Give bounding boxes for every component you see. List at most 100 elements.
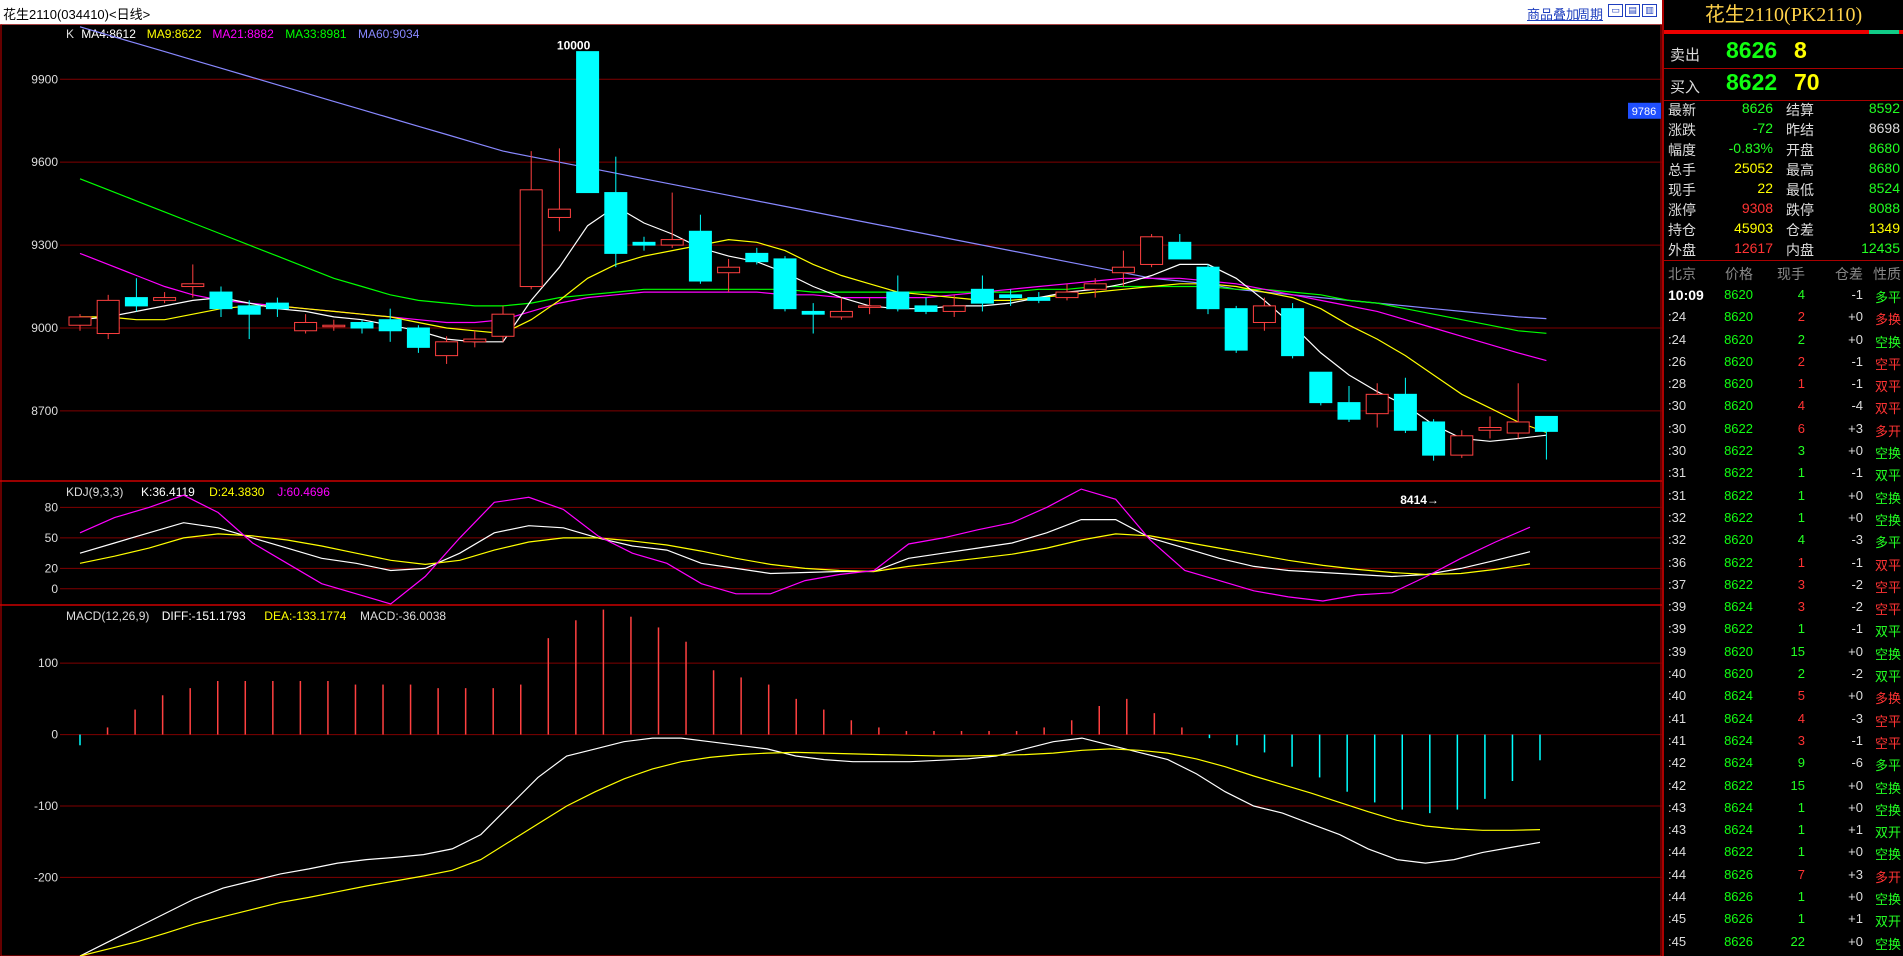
layout-one-icon[interactable]: ▭: [1608, 4, 1623, 17]
tick-time: :39: [1668, 621, 1687, 637]
legend-item: J:60.4696: [277, 485, 330, 499]
tick-row[interactable]: :26 8620 2 -1 空平: [1664, 351, 1903, 373]
tick-row[interactable]: :44 8626 7 +3 多开: [1664, 864, 1903, 886]
stat-v2: 8592: [1868, 100, 1900, 116]
tick-nature: 双开: [1874, 825, 1901, 841]
stat-l2: 昨结: [1786, 122, 1814, 138]
tick-oi: +0: [1848, 509, 1863, 525]
tick-nature: 空换: [1874, 646, 1901, 662]
tick-row[interactable]: :39 8622 1 -1 双平: [1664, 618, 1903, 640]
tick-vol: 2: [1797, 666, 1805, 682]
candle-body: [265, 302, 289, 310]
tick-time: :44: [1668, 844, 1687, 860]
tick-oi: -2: [1851, 599, 1863, 615]
tick-oi: +0: [1848, 443, 1863, 459]
tick-oi: +0: [1848, 487, 1863, 503]
stat-v2: 1349: [1868, 220, 1900, 236]
tick-oi: -1: [1851, 732, 1863, 748]
tick-row[interactable]: :36 8622 1 -1 双平: [1664, 552, 1903, 574]
tick-row[interactable]: :24 8620 2 +0 多换: [1664, 306, 1903, 328]
tick-oi: +0: [1848, 331, 1863, 347]
candle-body: [463, 338, 487, 343]
tick-row[interactable]: :45 8626 1 +1 双开: [1664, 908, 1903, 930]
tick-row[interactable]: :24 8620 2 +0 空换: [1664, 329, 1903, 351]
tick-oi: -3: [1851, 710, 1863, 726]
tick-price: 8624: [1724, 732, 1753, 748]
layout-three-icon[interactable]: ▥: [1642, 4, 1657, 17]
tick-row[interactable]: :42 8622 15 +0 空换: [1664, 775, 1903, 797]
stat-l2: 跌停: [1786, 202, 1814, 218]
tick-row[interactable]: :42 8624 9 -6 多平: [1664, 752, 1903, 774]
candle-body: [1281, 308, 1305, 357]
candle-body: [717, 266, 741, 274]
tick-price: 8624: [1724, 599, 1753, 615]
tick-row[interactable]: :31 8622 1 +0 空换: [1664, 485, 1903, 507]
tick-nature: 双平: [1874, 401, 1901, 417]
tick-nature: 双平: [1874, 557, 1901, 573]
overlay-link[interactable]: 商品叠加: [1527, 4, 1579, 23]
tick-row[interactable]: :43 8624 1 +0 空换: [1664, 797, 1903, 819]
tick-vol: 1: [1797, 911, 1805, 927]
stat-v1: 25052: [1734, 160, 1773, 176]
tick-row[interactable]: :43 8624 1 +1 双开: [1664, 819, 1903, 841]
chart-title: 花生2110(034410)<日线>: [3, 7, 151, 22]
tick-row[interactable]: :28 8620 1 -1 双平: [1664, 373, 1903, 395]
candle-body: [660, 239, 684, 246]
tick-row[interactable]: :30 8620 4 -4 双平: [1664, 395, 1903, 417]
tick-row[interactable]: :32 8620 4 -3 多平: [1664, 529, 1903, 551]
stat-l1: 现手: [1668, 182, 1696, 198]
tick-row[interactable]: :30 8622 6 +3 多开: [1664, 418, 1903, 440]
stat-v1: 45903: [1734, 220, 1773, 236]
tick-vol: 22: [1790, 933, 1805, 949]
y-tick-label: 0: [51, 728, 58, 742]
tick-oi: +3: [1848, 866, 1863, 882]
tick-nature: 双开: [1874, 914, 1901, 930]
tick-row[interactable]: :37 8622 3 -2 空平: [1664, 574, 1903, 596]
tick-nature: 空平: [1874, 602, 1901, 618]
candle-body: [181, 283, 205, 288]
candle-body: [773, 258, 797, 310]
tick-row[interactable]: :44 8626 1 +0 空换: [1664, 886, 1903, 908]
tick-row[interactable]: :30 8622 3 +0 空换: [1664, 440, 1903, 462]
candle-body: [1393, 393, 1417, 431]
tick-price: 8622: [1724, 621, 1753, 637]
period-link[interactable]: 周期: [1577, 4, 1603, 23]
candle-body: [1111, 266, 1135, 274]
tick-row[interactable]: :40 8620 2 -2 双平: [1664, 663, 1903, 685]
tick-vol: 3: [1797, 576, 1805, 592]
candle-body: [632, 241, 656, 246]
tick-nature: 空平: [1874, 579, 1901, 595]
layout-two-icon[interactable]: ▤: [1625, 4, 1640, 17]
candle-body: [688, 230, 712, 282]
chart-area[interactable]: 87009000930096009900K MA4:8612 MA9:8622 MA2…: [0, 24, 1662, 956]
tick-row[interactable]: 10:09 8620 4 -1 多平: [1664, 284, 1903, 306]
tick-row[interactable]: :32 8622 1 +0 空换: [1664, 507, 1903, 529]
legend-item: MA21:8882: [212, 27, 274, 41]
tick-row[interactable]: :39 8624 3 -2 空平: [1664, 596, 1903, 618]
tick-oi: +1: [1848, 822, 1863, 838]
tick-row[interactable]: :44 8622 1 +0 空换: [1664, 841, 1903, 863]
tick-vol: 7: [1797, 866, 1805, 882]
tick-row[interactable]: :31 8622 1 -1 双平: [1664, 462, 1903, 484]
tick-row[interactable]: :39 8620 15 +0 空换: [1664, 641, 1903, 663]
tick-oi: -1: [1851, 287, 1863, 302]
tick-row[interactable]: :41 8624 4 -3 空平: [1664, 708, 1903, 730]
candle-body: [1506, 421, 1530, 434]
ticks-header: 北京 价格 现手 仓差 性质: [1664, 262, 1903, 282]
tick-oi: -6: [1851, 755, 1863, 771]
tick-vol: 3: [1797, 599, 1805, 615]
tick-row[interactable]: :45 8626 22 +0 空换: [1664, 931, 1903, 953]
tick-oi: +0: [1848, 643, 1863, 659]
tick-row[interactable]: :41 8624 3 -1 空平: [1664, 730, 1903, 752]
buy-label: 买入: [1670, 79, 1701, 96]
tick-nature: 空换: [1874, 802, 1901, 818]
tick-row[interactable]: :40 8624 5 +0 多换: [1664, 685, 1903, 707]
tick-nature: 空换: [1874, 847, 1901, 863]
tick-time: :24: [1668, 331, 1687, 347]
tick-vol: 15: [1790, 643, 1805, 659]
tick-nature: 多开: [1874, 423, 1901, 439]
tick-oi: -4: [1851, 398, 1863, 414]
candle-body: [378, 319, 402, 332]
tick-nature: 多换: [1874, 312, 1901, 328]
ticks-list[interactable]: 10:09 8620 4 -1 多平:24 8620 2 +0 多换:24 8620 2 +0 空换:2…: [1664, 284, 1903, 953]
